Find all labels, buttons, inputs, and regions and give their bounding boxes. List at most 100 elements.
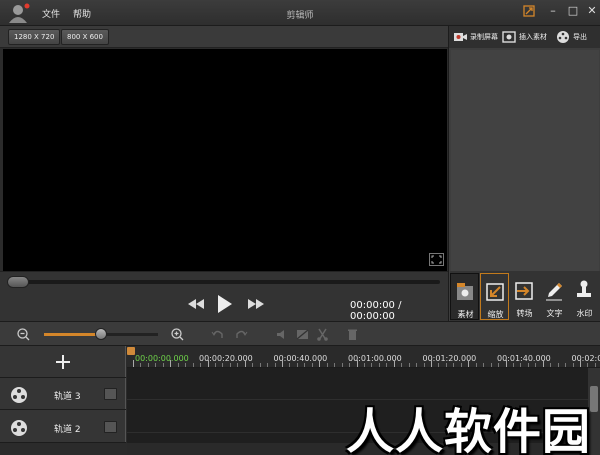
title-bar: 文件 帮助 剪辑师 – □ ✕ — [0, 0, 600, 26]
ruler-tick — [535, 363, 537, 367]
delete-icon[interactable] — [346, 328, 359, 341]
right-panel-tabs: 录制屏幕 插入素材 导出 — [449, 26, 600, 48]
ruler-tick — [304, 363, 306, 367]
ruler-tick — [542, 360, 544, 367]
ruler-tick — [334, 363, 336, 367]
ruler-tick — [274, 363, 276, 367]
ruler-tick — [512, 363, 514, 367]
ruler-tick — [423, 363, 425, 367]
mute-icon[interactable] — [275, 328, 288, 341]
effects-bar: 素材 缩放 转场 文字 水印 — [450, 271, 600, 321]
menu-file[interactable]: 文件 — [42, 7, 60, 20]
camera-icon — [454, 33, 467, 41]
undo-icon[interactable] — [211, 328, 224, 341]
pencil-icon — [546, 283, 562, 301]
fullscreen-icon[interactable] — [429, 253, 444, 266]
ruler-tick — [289, 363, 291, 367]
effect-watermark[interactable]: 水印 — [570, 273, 599, 320]
ruler-tick — [170, 360, 172, 367]
ruler-tick — [550, 363, 552, 367]
effect-zoom[interactable]: 缩放 — [480, 273, 509, 320]
maximize-button[interactable]: □ — [564, 3, 582, 19]
seek-track[interactable] — [8, 280, 440, 284]
ruler-tick — [147, 363, 149, 367]
ruler-tick — [431, 360, 432, 367]
zoom-slider-fill — [44, 333, 101, 336]
zoom-arrow-icon — [486, 283, 504, 301]
effect-transition[interactable]: 转场 — [510, 273, 539, 320]
effect-text[interactable]: 文字 — [540, 273, 569, 320]
close-button[interactable]: ✕ — [583, 3, 600, 19]
ruler-tick — [356, 360, 358, 367]
playhead-marker[interactable] — [127, 347, 135, 355]
ruler-tick — [408, 363, 410, 367]
ruler-tick — [192, 363, 194, 367]
ruler-tick — [267, 363, 269, 367]
media-library-icon — [457, 283, 473, 300]
rewind-icon[interactable] — [186, 294, 206, 314]
play-icon[interactable] — [214, 294, 234, 314]
ruler-tick — [259, 363, 261, 367]
ruler-tick — [416, 363, 418, 367]
time-display: 00:00:00 / 00:00:00 — [350, 300, 402, 322]
film-reel-icon — [557, 31, 569, 43]
track-label: 轨道 3 — [54, 392, 81, 402]
cut-icon[interactable] — [316, 328, 329, 341]
scrollbar-thumb[interactable] — [590, 386, 598, 412]
playback-bar: 00:00:00 / 00:00:00 — [0, 271, 448, 322]
stamp-icon — [577, 280, 591, 297]
ruler-tick — [520, 363, 522, 367]
timeline-ruler[interactable]: 00:00:00.000 00:00:20.000 00:00:40.000 00:… — [127, 346, 600, 368]
tab-insert-media[interactable]: 插入素材 — [500, 26, 550, 48]
ruler-tick — [572, 363, 574, 367]
zoom-slider-handle[interactable] — [95, 328, 107, 340]
seek-handle[interactable] — [7, 276, 29, 288]
add-track-icon[interactable] — [55, 354, 71, 370]
ruler-tick — [378, 363, 380, 367]
ruler-tick — [229, 363, 231, 367]
ruler-tick — [587, 363, 589, 367]
tab-export[interactable]: 导出 — [554, 26, 600, 48]
zoom-out-icon[interactable] — [17, 328, 30, 341]
resolution-bar: 1280 X 720 800 X 600 — [0, 26, 448, 48]
ruler-tick — [445, 363, 447, 367]
menu-help[interactable]: 帮助 — [73, 7, 91, 20]
ruler-tick — [140, 363, 142, 367]
ruler-tick — [557, 363, 559, 367]
zoom-in-icon[interactable] — [171, 328, 184, 341]
transition-icon — [515, 282, 533, 300]
effect-media[interactable]: 素材 — [450, 273, 479, 320]
ruler-tick — [483, 363, 485, 367]
ruler-tick — [460, 363, 462, 367]
film-reel-icon — [11, 420, 27, 436]
ruler-tick — [371, 363, 373, 367]
crop-icon[interactable] — [296, 328, 309, 341]
user-avatar-icon[interactable] — [8, 3, 30, 23]
ruler-tick — [341, 363, 343, 367]
ruler-tick — [237, 363, 239, 367]
redo-icon[interactable] — [235, 328, 248, 341]
track-header-3[interactable]: 轨道 3 — [0, 378, 126, 410]
ruler-tick — [468, 360, 470, 367]
ruler-tick — [162, 363, 164, 367]
tab-record-screen[interactable]: 录制屏幕 — [451, 26, 499, 48]
ruler-tick — [155, 363, 157, 367]
lock-icon[interactable] — [104, 388, 117, 400]
ruler-tick — [401, 363, 403, 367]
ruler-tick — [527, 363, 529, 367]
preset-1280x720-button[interactable]: 1280 X 720 — [8, 29, 61, 45]
track-header-2[interactable]: 轨道 2 — [0, 411, 126, 443]
ruler-tick — [594, 363, 596, 367]
fast-forward-icon[interactable] — [246, 294, 266, 314]
video-preview — [3, 49, 447, 271]
insert-media-icon — [502, 31, 516, 43]
ruler-tick — [252, 363, 254, 367]
ruler-tick — [475, 363, 477, 367]
ruler-tick — [133, 360, 134, 367]
watermark-text: 人人软件园 — [346, 404, 592, 455]
track-label: 轨道 2 — [54, 425, 81, 435]
preset-800x600-button[interactable]: 800 X 600 — [61, 29, 109, 45]
minimize-button[interactable]: – — [544, 3, 562, 19]
skin-icon[interactable] — [520, 3, 538, 19]
lock-icon[interactable] — [104, 421, 117, 433]
